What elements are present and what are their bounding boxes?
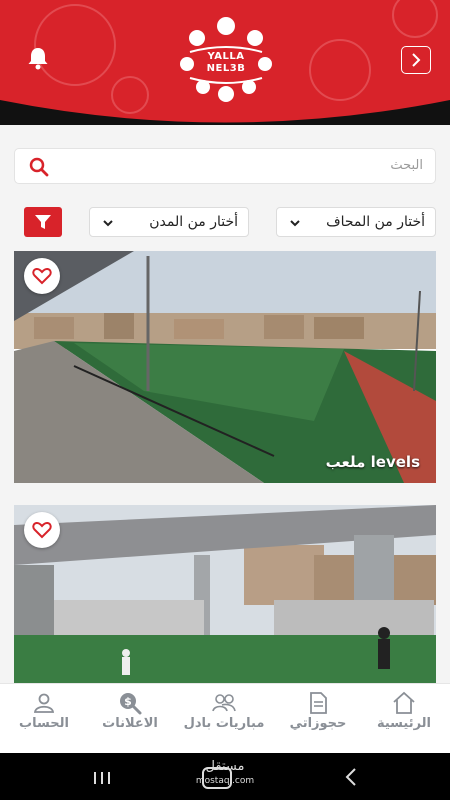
ads-icon: $	[120, 693, 142, 715]
account-icon	[33, 693, 55, 713]
stadium-photo	[14, 251, 436, 483]
stadium-card[interactable]: ملعب levels	[14, 251, 436, 483]
app-header: YALLA NEL3B	[0, 0, 450, 125]
filter-button[interactable]	[24, 207, 62, 237]
chevron-right-icon	[412, 53, 421, 67]
nav-label-bookings: حجوزاتي	[289, 716, 347, 731]
favorite-button[interactable]	[24, 258, 60, 294]
logo-text-line2: NEL3B	[206, 63, 246, 74]
nav-label-account: الحساب	[19, 716, 69, 731]
nav-label-padel-matches: مباريات بادل	[183, 716, 265, 731]
search-placeholder: البحث	[390, 158, 423, 173]
heart-icon	[32, 521, 52, 539]
favorite-button[interactable]	[24, 512, 60, 548]
city-select-label: أختار من المدن	[149, 214, 238, 230]
chevron-down-icon	[290, 220, 300, 227]
bottom-navigation: الرئيسية حجوزاتي مباريات بادل $ الاعلانا…	[0, 683, 450, 753]
notification-bell-icon[interactable]	[24, 44, 52, 72]
filter-icon	[35, 215, 51, 229]
search-icon[interactable]	[29, 157, 49, 177]
recent-apps-icon[interactable]	[92, 770, 112, 786]
city-select[interactable]: أختار من المدن	[89, 207, 249, 237]
governorate-select[interactable]: أختار من المحاف	[276, 207, 436, 237]
app-logo: YALLA NEL3B	[170, 14, 282, 106]
stadium-card[interactable]	[14, 505, 436, 683]
players-icon	[212, 694, 236, 712]
content-area: البحث أختار من المدن أختار من المحاف ملع…	[0, 125, 450, 683]
nav-item-account[interactable]: الحساب	[6, 684, 82, 754]
governorate-select-label: أختار من المحاف	[326, 214, 425, 230]
bookings-icon	[310, 692, 327, 714]
chevron-down-icon	[103, 220, 113, 227]
system-back-icon[interactable]	[344, 767, 358, 787]
nav-item-home[interactable]: الرئيسية	[364, 684, 444, 754]
stadium-name: ملعب levels	[325, 453, 420, 471]
nav-item-bookings[interactable]: حجوزاتي	[278, 684, 358, 754]
watermark-line1: مستقل	[205, 759, 245, 774]
nav-item-ads[interactable]: $ الاعلانات	[90, 684, 170, 754]
back-button[interactable]	[401, 46, 431, 74]
home-icon	[393, 691, 415, 714]
logo-text-line1: YALLA	[207, 51, 245, 62]
nav-label-ads: الاعلانات	[102, 716, 158, 731]
search-input[interactable]: البحث	[14, 148, 436, 184]
heart-icon	[32, 267, 52, 285]
stadium-photo	[14, 505, 436, 683]
nav-label-home: الرئيسية	[376, 716, 432, 731]
nav-item-padel-matches[interactable]: مباريات بادل	[176, 684, 272, 754]
svg-text:$: $	[124, 695, 132, 708]
watermark-line2: mostaql.com	[195, 776, 255, 786]
watermark: مستقل mostaql.com	[190, 760, 260, 788]
